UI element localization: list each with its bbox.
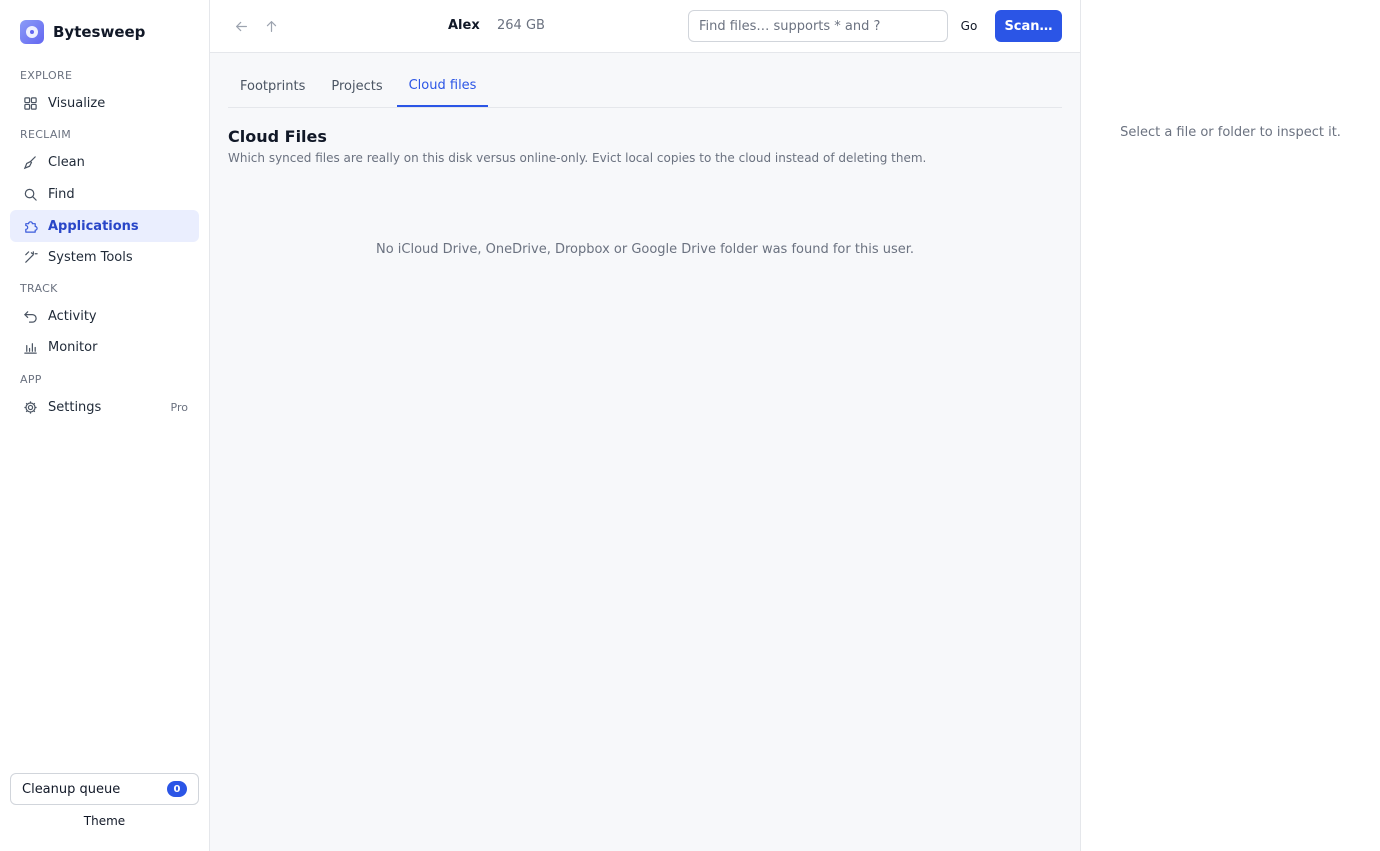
- sidebar-item-label: Monitor: [48, 339, 98, 355]
- sidebar-item-activity[interactable]: Activity: [10, 300, 199, 332]
- tab-bar: Footprints Projects Cloud files: [228, 66, 1062, 108]
- sidebar-item-system-tools[interactable]: System Tools: [10, 241, 199, 273]
- empty-state-message: No iCloud Drive, OneDrive, Dropbox or Go…: [375, 242, 915, 257]
- tab-projects[interactable]: Projects: [319, 66, 394, 107]
- back-arrow-icon[interactable]: [232, 17, 250, 35]
- sidebar: Bytesweep EXPLORE Visualize RECLAIM Clea…: [0, 0, 210, 851]
- sidebar-item-label: Visualize: [48, 95, 106, 111]
- sidebar-item-find[interactable]: Find: [10, 178, 199, 210]
- section-label-track: TRACK: [20, 282, 58, 295]
- sidebar-item-settings[interactable]: Settings Pro: [10, 391, 199, 423]
- app-window: Bytesweep EXPLORE Visualize RECLAIM Clea…: [0, 0, 1380, 851]
- section-label-reclaim: RECLAIM: [20, 128, 72, 141]
- inspector-placeholder: Select a file or folder to inspect it.: [1120, 125, 1341, 140]
- sidebar-item-applications[interactable]: Applications: [10, 210, 199, 242]
- undo-icon: [22, 308, 38, 324]
- page-subtitle: Which synced files are really on this di…: [228, 151, 927, 165]
- sidebar-item-clean[interactable]: Clean: [10, 146, 199, 178]
- grid-icon: [22, 95, 38, 111]
- search-icon: [22, 186, 38, 202]
- up-arrow-icon[interactable]: [262, 17, 280, 35]
- broom-icon: [22, 154, 38, 170]
- pro-badge: Pro: [170, 400, 188, 414]
- search-input[interactable]: [688, 10, 948, 42]
- page-title: Cloud Files: [228, 127, 327, 146]
- tab-footprints[interactable]: Footprints: [228, 66, 317, 107]
- sidebar-item-visualize[interactable]: Visualize: [10, 87, 199, 119]
- gear-icon: [22, 399, 38, 415]
- theme-button[interactable]: Theme: [10, 814, 199, 828]
- toolbar: Alex 264 GB Go Scan…: [210, 0, 1080, 53]
- app-name: Bytesweep: [53, 23, 146, 41]
- sidebar-item-monitor[interactable]: Monitor: [10, 331, 199, 363]
- cleanup-queue-label: Cleanup queue: [22, 781, 121, 797]
- sidebar-item-label: Settings: [48, 399, 102, 415]
- section-label-explore: EXPLORE: [20, 69, 73, 82]
- puzzle-icon: [22, 218, 38, 234]
- brand: Bytesweep: [20, 20, 145, 44]
- app-logo-icon: [20, 20, 44, 44]
- cleanup-queue-button[interactable]: Cleanup queue 0: [10, 773, 199, 805]
- bar-chart-icon: [22, 339, 38, 355]
- cleanup-queue-count: 0: [167, 781, 187, 797]
- tab-cloud-files[interactable]: Cloud files: [396, 66, 489, 107]
- section-label-app: APP: [20, 373, 42, 386]
- sidebar-item-label: Applications: [48, 218, 139, 234]
- inspector-panel: Select a file or folder to inspect it.: [1081, 0, 1380, 851]
- sidebar-item-label: Find: [48, 186, 75, 202]
- sidebar-item-label: Activity: [48, 308, 97, 324]
- wand-icon: [22, 249, 38, 265]
- sidebar-item-label: Clean: [48, 154, 85, 170]
- main-panel: Alex 264 GB Go Scan… Footprints Projects…: [210, 0, 1081, 851]
- disk-size: 264 GB: [497, 18, 545, 33]
- scan-button[interactable]: Scan…: [995, 10, 1062, 42]
- go-button[interactable]: Go: [954, 10, 984, 42]
- sidebar-item-label: System Tools: [48, 249, 133, 265]
- current-user: Alex: [448, 18, 480, 33]
